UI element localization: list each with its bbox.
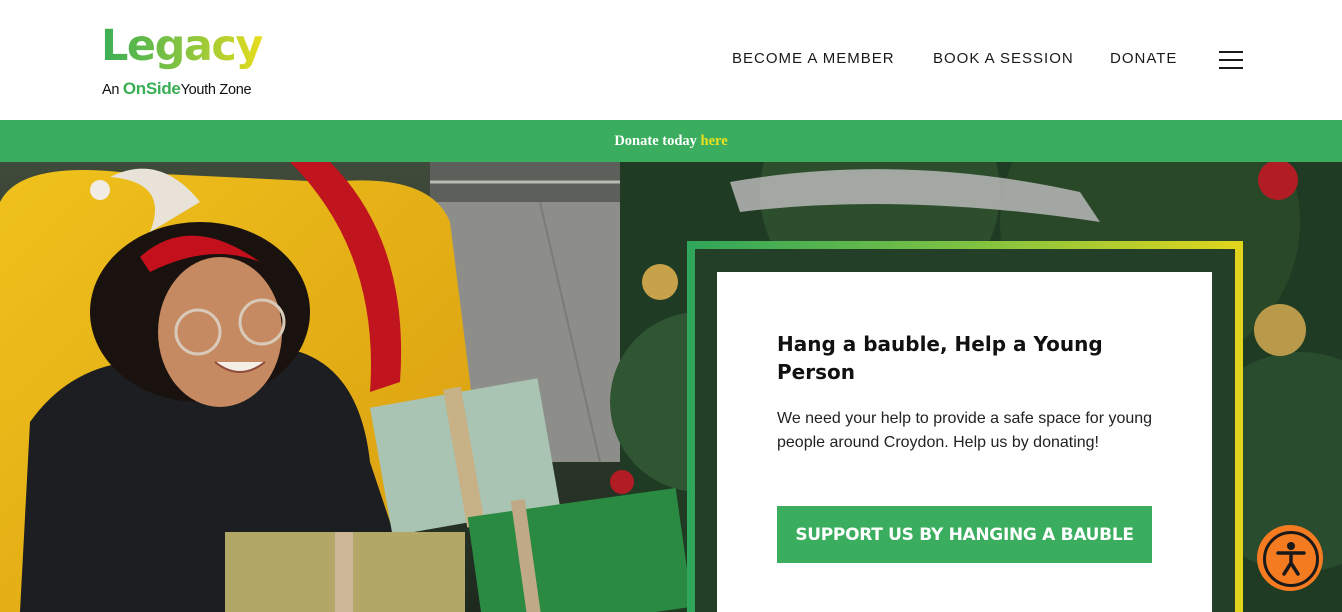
banner-text: Donate today [614,133,697,149]
nav-book-a-session[interactable]: BOOK A SESSION [933,50,1074,67]
site-header: Legacy An OnSideYouth Zone BECOME A MEMB… [0,0,1342,120]
accessibility-icon [1263,531,1319,587]
bauble-card: Hang a bauble, Help a Young Person We ne… [717,272,1212,612]
accessibility-button[interactable] [1257,525,1323,591]
logo-wordmark: Legacy [101,21,263,71]
legacy-logo[interactable]: Legacy An OnSideYouth Zone [101,20,271,100]
card-description: We need your help to provide a safe spac… [777,410,1153,451]
card-title: Hang a bauble, Help a Young Person [777,332,1103,384]
nav-become-a-member[interactable]: BECOME A MEMBER [732,50,895,67]
logo-tagline-prefix: An [102,82,120,98]
support-hang-bauble-button[interactable]: SUPPORT US BY HANGING A BAUBLE [777,506,1152,563]
logo-tagline-brand: OnSide [122,79,181,98]
logo-tagline: An OnSideYouth Zone [102,79,252,99]
hamburger-menu-icon[interactable] [1218,48,1244,72]
nav-donate[interactable]: DONATE [1110,50,1177,67]
logo-tagline-suffix: Youth Zone [180,82,252,98]
banner-donate-link[interactable]: here [701,133,728,149]
donate-banner: Donate today here [0,120,1342,162]
